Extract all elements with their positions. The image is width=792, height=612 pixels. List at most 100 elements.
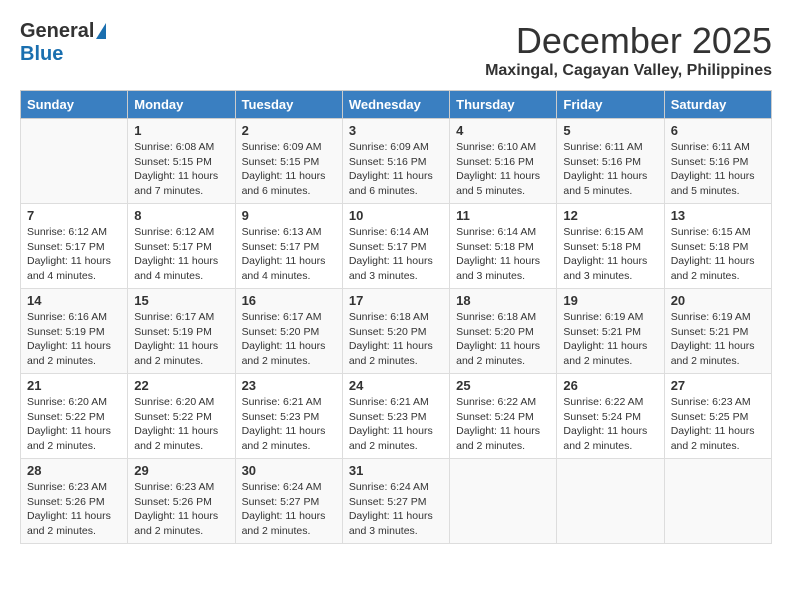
day-number: 10 bbox=[349, 208, 443, 223]
calendar-cell: 9Sunrise: 6:13 AMSunset: 5:17 PMDaylight… bbox=[235, 204, 342, 289]
day-number: 7 bbox=[27, 208, 121, 223]
cell-info: Sunrise: 6:09 AMSunset: 5:16 PMDaylight:… bbox=[349, 140, 443, 199]
cell-info: Sunrise: 6:14 AMSunset: 5:18 PMDaylight:… bbox=[456, 225, 550, 284]
cell-info: Sunrise: 6:23 AMSunset: 5:25 PMDaylight:… bbox=[671, 395, 765, 454]
calendar-week-row: 1Sunrise: 6:08 AMSunset: 5:15 PMDaylight… bbox=[21, 119, 772, 204]
day-number: 26 bbox=[563, 378, 657, 393]
calendar-header-row: SundayMondayTuesdayWednesdayThursdayFrid… bbox=[21, 91, 772, 119]
cell-info: Sunrise: 6:17 AMSunset: 5:19 PMDaylight:… bbox=[134, 310, 228, 369]
calendar-cell: 21 Sunrise: 6:20 AMSunset: 5:22 PMDayligh… bbox=[21, 374, 128, 459]
calendar-cell: 3 Sunrise: 6:09 AMSunset: 5:16 PMDaylight… bbox=[342, 119, 449, 204]
calendar-cell: 25 Sunrise: 6:22 AMSunset: 5:24 PMDayligh… bbox=[450, 374, 557, 459]
cell-info: Sunrise: 6:18 AMSunset: 5:20 PMDaylight:… bbox=[456, 310, 550, 369]
day-number: 6 bbox=[671, 123, 765, 138]
day-number: 11 bbox=[456, 208, 550, 223]
day-number: 13 bbox=[671, 208, 765, 223]
calendar-week-row: 14 Sunrise: 6:16 AMSunset: 5:19 PMDayligh… bbox=[21, 289, 772, 374]
day-number: 18 bbox=[456, 293, 550, 308]
calendar-cell: 16Sunrise: 6:17 AMSunset: 5:20 PMDayligh… bbox=[235, 289, 342, 374]
calendar-cell: 19 Sunrise: 6:19 AMSunset: 5:21 PMDayligh… bbox=[557, 289, 664, 374]
month-title: December 2025 bbox=[485, 20, 772, 62]
calendar-cell: 7 Sunrise: 6:12 AMSunset: 5:17 PMDaylight… bbox=[21, 204, 128, 289]
cell-info: Sunrise: 6:12 AMSunset: 5:17 PMDaylight:… bbox=[27, 225, 121, 284]
day-number: 27 bbox=[671, 378, 765, 393]
cell-info: Sunrise: 6:20 AMSunset: 5:22 PMDaylight:… bbox=[134, 395, 228, 454]
header-friday: Friday bbox=[557, 91, 664, 119]
day-number: 28 bbox=[27, 463, 121, 478]
day-number: 17 bbox=[349, 293, 443, 308]
day-number: 25 bbox=[456, 378, 550, 393]
calendar-cell bbox=[21, 119, 128, 204]
header-monday: Monday bbox=[128, 91, 235, 119]
calendar-cell: 2 Sunrise: 6:09 AMSunset: 5:15 PMDaylight… bbox=[235, 119, 342, 204]
day-number: 14 bbox=[27, 293, 121, 308]
cell-info: Sunrise: 6:16 AMSunset: 5:19 PMDaylight:… bbox=[27, 310, 121, 369]
cell-info: Sunrise: 6:15 AMSunset: 5:18 PMDaylight:… bbox=[671, 225, 765, 284]
calendar-cell: 10 Sunrise: 6:14 AMSunset: 5:17 PMDayligh… bbox=[342, 204, 449, 289]
cell-info: Sunrise: 6:11 AMSunset: 5:16 PMDaylight:… bbox=[671, 140, 765, 199]
cell-info: Sunrise: 6:22 AMSunset: 5:24 PMDaylight:… bbox=[456, 395, 550, 454]
day-number: 15 bbox=[134, 293, 228, 308]
calendar-cell: 26 Sunrise: 6:22 AMSunset: 5:24 PMDayligh… bbox=[557, 374, 664, 459]
calendar-cell: 11 Sunrise: 6:14 AMSunset: 5:18 PMDayligh… bbox=[450, 204, 557, 289]
calendar-cell: 13 Sunrise: 6:15 AMSunset: 5:18 PMDayligh… bbox=[664, 204, 771, 289]
calendar-cell: 30Sunrise: 6:24 AMSunset: 5:27 PMDayligh… bbox=[235, 459, 342, 544]
cell-info: Sunrise: 6:22 AMSunset: 5:24 PMDaylight:… bbox=[563, 395, 657, 454]
calendar-cell: 12 Sunrise: 6:15 AMSunset: 5:18 PMDayligh… bbox=[557, 204, 664, 289]
header-thursday: Thursday bbox=[450, 91, 557, 119]
header-saturday: Saturday bbox=[664, 91, 771, 119]
day-number: 19 bbox=[563, 293, 657, 308]
calendar-cell bbox=[450, 459, 557, 544]
cell-info: Sunrise: 6:20 AMSunset: 5:22 PMDaylight:… bbox=[27, 395, 121, 454]
calendar-cell: 27 Sunrise: 6:23 AMSunset: 5:25 PMDayligh… bbox=[664, 374, 771, 459]
calendar-cell bbox=[664, 459, 771, 544]
calendar-week-row: 28Sunrise: 6:23 AMSunset: 5:26 PMDayligh… bbox=[21, 459, 772, 544]
day-number: 30 bbox=[242, 463, 336, 478]
calendar-cell: 18 Sunrise: 6:18 AMSunset: 5:20 PMDayligh… bbox=[450, 289, 557, 374]
day-number: 4 bbox=[456, 123, 550, 138]
page-header: General Blue December 2025 Maxingal, Cag… bbox=[20, 20, 772, 80]
calendar-cell: 20Sunrise: 6:19 AMSunset: 5:21 PMDayligh… bbox=[664, 289, 771, 374]
cell-info: Sunrise: 6:21 AMSunset: 5:23 PMDaylight:… bbox=[242, 395, 336, 454]
cell-info: Sunrise: 6:19 AMSunset: 5:21 PMDaylight:… bbox=[563, 310, 657, 369]
cell-info: Sunrise: 6:19 AMSunset: 5:21 PMDaylight:… bbox=[671, 310, 765, 369]
day-number: 23 bbox=[242, 378, 336, 393]
day-number: 31 bbox=[349, 463, 443, 478]
calendar-cell: 17 Sunrise: 6:18 AMSunset: 5:20 PMDayligh… bbox=[342, 289, 449, 374]
calendar-cell: 4 Sunrise: 6:10 AMSunset: 5:16 PMDaylight… bbox=[450, 119, 557, 204]
day-number: 24 bbox=[349, 378, 443, 393]
day-number: 22 bbox=[134, 378, 228, 393]
day-number: 1 bbox=[134, 123, 228, 138]
day-number: 5 bbox=[563, 123, 657, 138]
title-block: December 2025 Maxingal, Cagayan Valley, … bbox=[485, 20, 772, 80]
logo-triangle-icon bbox=[96, 23, 106, 39]
cell-info: Sunrise: 6:21 AMSunset: 5:23 PMDaylight:… bbox=[349, 395, 443, 454]
header-tuesday: Tuesday bbox=[235, 91, 342, 119]
calendar-cell: 14 Sunrise: 6:16 AMSunset: 5:19 PMDayligh… bbox=[21, 289, 128, 374]
calendar-cell: 1Sunrise: 6:08 AMSunset: 5:15 PMDaylight… bbox=[128, 119, 235, 204]
day-number: 21 bbox=[27, 378, 121, 393]
cell-info: Sunrise: 6:10 AMSunset: 5:16 PMDaylight:… bbox=[456, 140, 550, 199]
cell-info: Sunrise: 6:11 AMSunset: 5:16 PMDaylight:… bbox=[563, 140, 657, 199]
cell-info: Sunrise: 6:15 AMSunset: 5:18 PMDaylight:… bbox=[563, 225, 657, 284]
header-sunday: Sunday bbox=[21, 91, 128, 119]
calendar-table: SundayMondayTuesdayWednesdayThursdayFrid… bbox=[20, 90, 772, 544]
calendar-cell: 5 Sunrise: 6:11 AMSunset: 5:16 PMDaylight… bbox=[557, 119, 664, 204]
cell-info: Sunrise: 6:09 AMSunset: 5:15 PMDaylight:… bbox=[242, 140, 336, 199]
cell-info: Sunrise: 6:18 AMSunset: 5:20 PMDaylight:… bbox=[349, 310, 443, 369]
calendar-cell: 8Sunrise: 6:12 AMSunset: 5:17 PMDaylight… bbox=[128, 204, 235, 289]
calendar-cell: 31Sunrise: 6:24 AMSunset: 5:27 PMDayligh… bbox=[342, 459, 449, 544]
logo-blue-text: Blue bbox=[20, 43, 63, 66]
logo-general-text: General bbox=[20, 20, 94, 43]
day-number: 3 bbox=[349, 123, 443, 138]
day-number: 12 bbox=[563, 208, 657, 223]
cell-info: Sunrise: 6:17 AMSunset: 5:20 PMDaylight:… bbox=[242, 310, 336, 369]
location-subtitle: Maxingal, Cagayan Valley, Philippines bbox=[485, 62, 772, 80]
calendar-cell: 22 Sunrise: 6:20 AMSunset: 5:22 PMDayligh… bbox=[128, 374, 235, 459]
cell-info: Sunrise: 6:13 AMSunset: 5:17 PMDaylight:… bbox=[242, 225, 336, 284]
cell-info: Sunrise: 6:14 AMSunset: 5:17 PMDaylight:… bbox=[349, 225, 443, 284]
day-number: 29 bbox=[134, 463, 228, 478]
calendar-cell: 6 Sunrise: 6:11 AMSunset: 5:16 PMDaylight… bbox=[664, 119, 771, 204]
day-number: 2 bbox=[242, 123, 336, 138]
calendar-cell: 28Sunrise: 6:23 AMSunset: 5:26 PMDayligh… bbox=[21, 459, 128, 544]
